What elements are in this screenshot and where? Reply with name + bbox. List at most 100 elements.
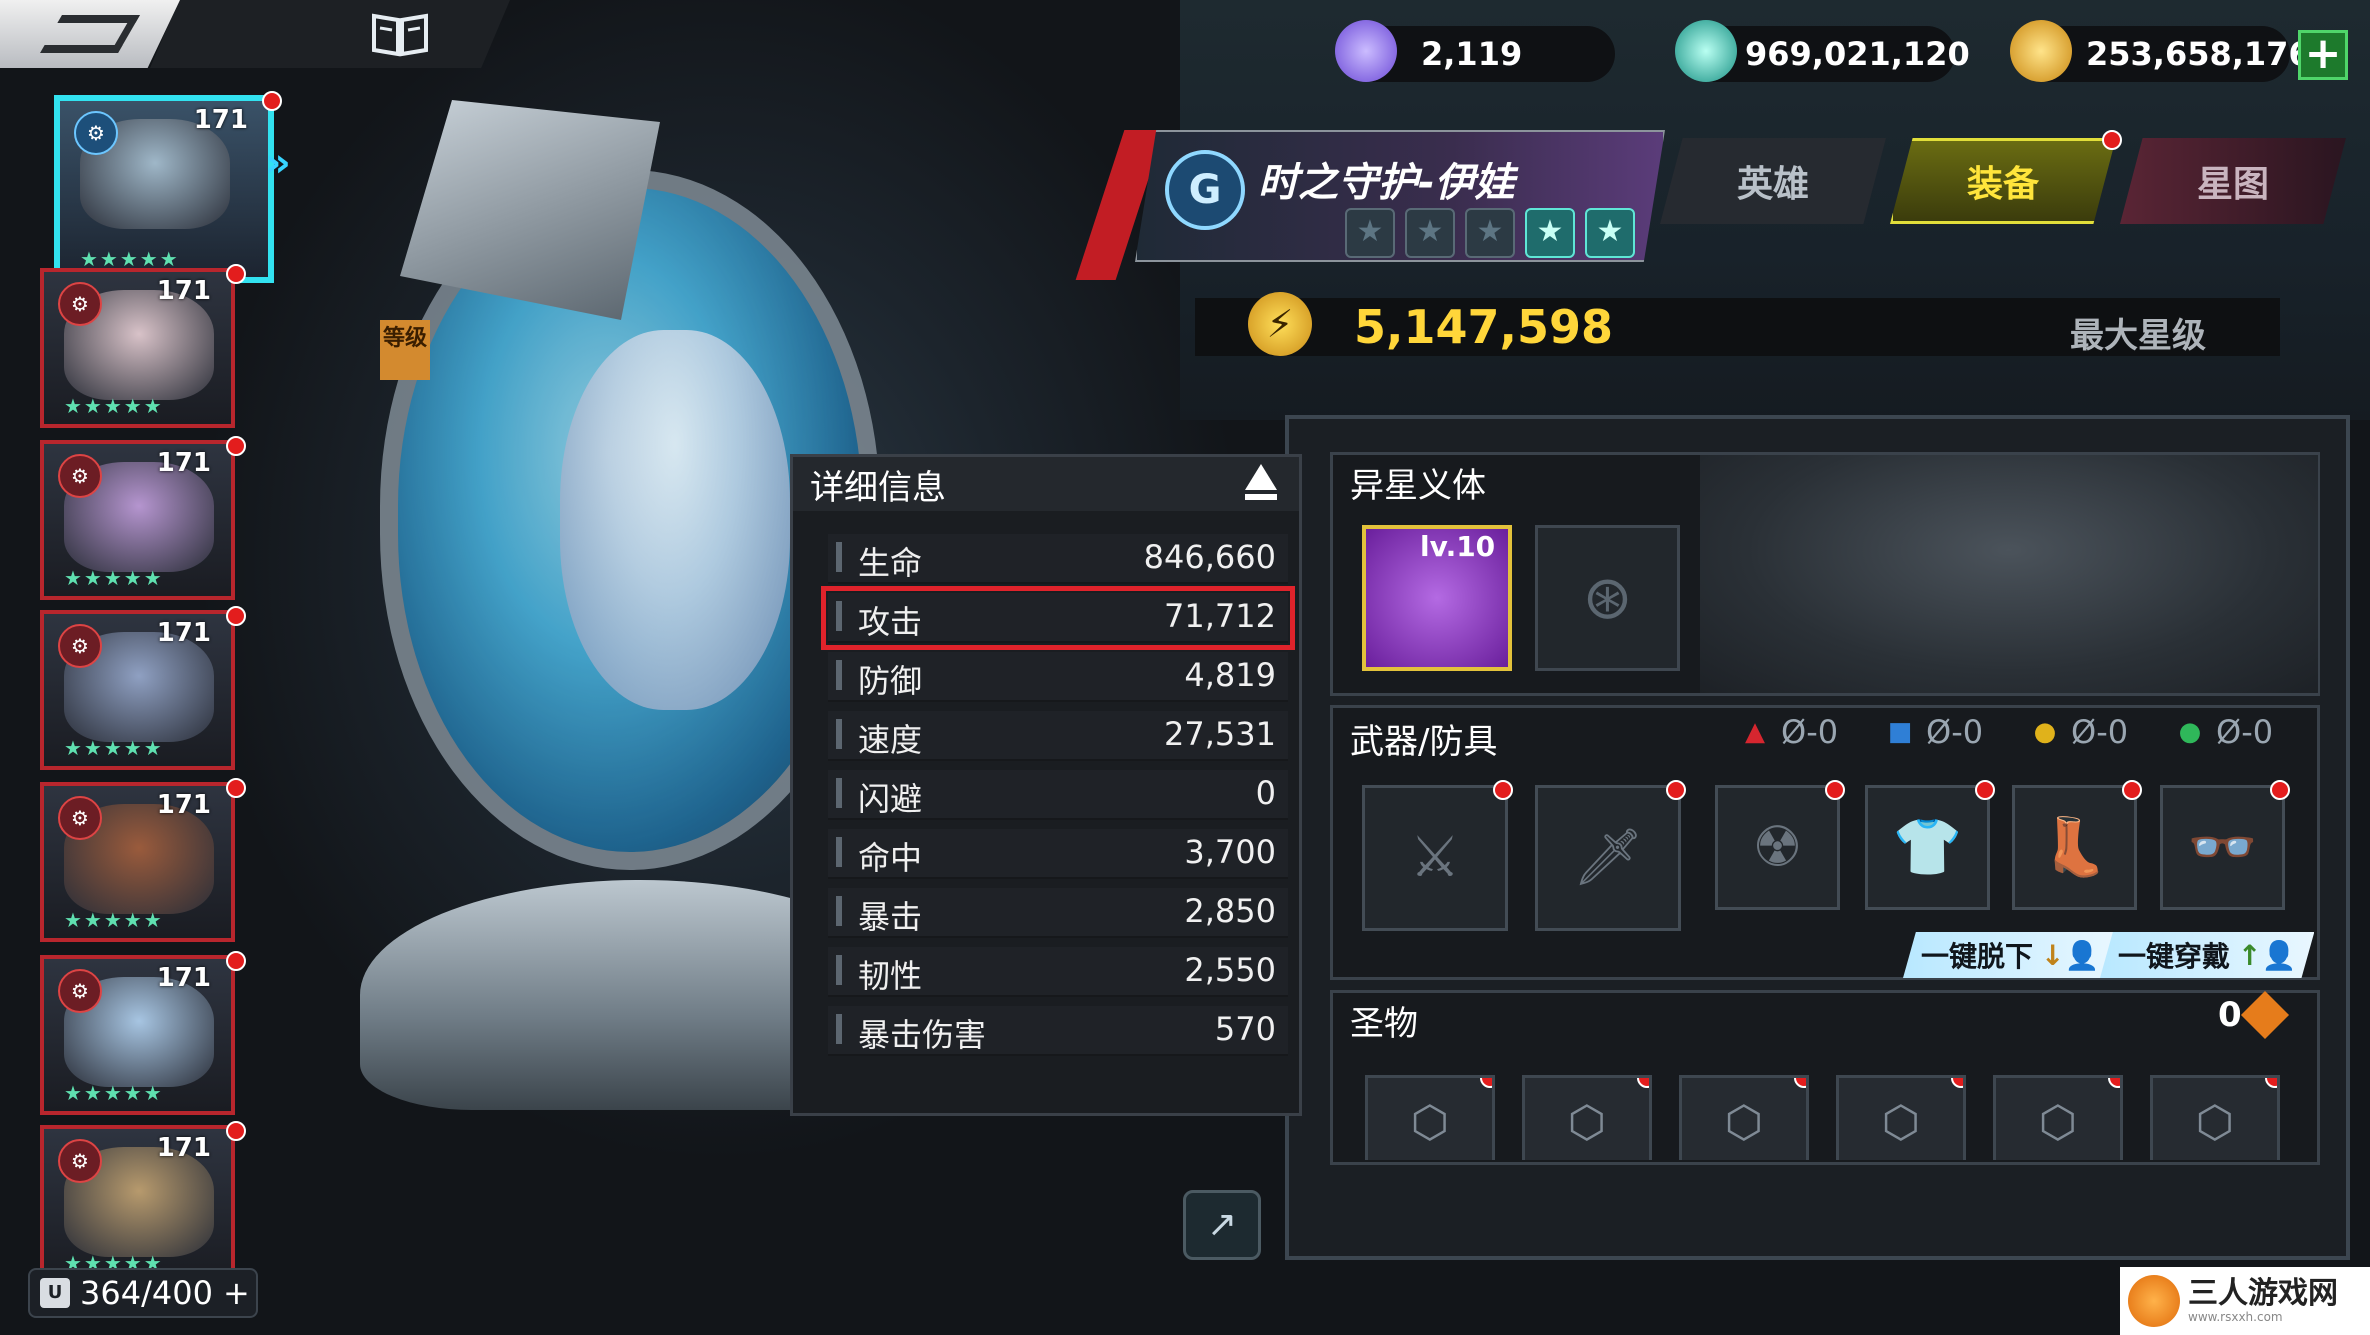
relic-slot[interactable]: ⬡ — [2150, 1075, 2280, 1160]
alien-body-item-level: lv.10 — [1420, 530, 1496, 563]
hero-stars: ★★★★★ — [64, 1081, 164, 1105]
currency-gem: 2,119 — [1335, 20, 1615, 82]
stat-value: 3,700 — [1184, 833, 1276, 871]
stat-label: 防御 — [858, 662, 923, 700]
roster-capacity[interactable]: U 364/400 + — [28, 1268, 258, 1318]
hero-card[interactable]: ⚙ 171 ★★★★★ — [40, 268, 235, 428]
watermark-url: www.rsxxh.com — [2188, 1310, 2283, 1324]
hero-star-icon: ★ — [1405, 208, 1455, 258]
roster-selected-arrow-icon: » — [265, 140, 291, 186]
tab-equipment-notification-dot — [2102, 130, 2122, 150]
relic-slot[interactable]: ⬡ — [1365, 1075, 1495, 1160]
green-circle-icon: ● — [2178, 717, 2202, 747]
relic-slot-icon: ⬡ — [1724, 1097, 1764, 1148]
shirt-icon: 👕 — [1892, 815, 1963, 880]
material-value: Ø-0 — [1926, 713, 1984, 751]
stat-label: 暴击伤害 — [858, 1016, 987, 1054]
collapse-line — [1245, 494, 1277, 500]
tab-hero[interactable]: 英雄 — [1660, 138, 1886, 224]
currency-credit: 969,021,120 — [1675, 20, 1970, 82]
stat-row: 生命 846,660 — [828, 534, 1288, 584]
add-gold-button[interactable]: + — [2298, 30, 2348, 80]
equipment-slot[interactable]: ☢ — [1715, 780, 1845, 910]
hero-card[interactable]: ⚙ 171 ★★★★★ — [40, 610, 235, 770]
relic-slot[interactable]: ⬡ — [1993, 1075, 2123, 1160]
hero-stars: ★★★★★ — [64, 736, 164, 760]
equipment-slot[interactable]: ⚔ — [1362, 780, 1513, 931]
hero-card[interactable]: ⚙ 171 ★★★★★ — [40, 782, 235, 942]
relic-slot-icon: ⬡ — [1567, 1097, 1607, 1148]
blue-square-icon: ■ — [1887, 717, 1913, 747]
boot-icon: 👢 — [2039, 815, 2110, 880]
material-counter: ■ Ø-0 — [1880, 712, 1983, 752]
hero-card[interactable]: ⚙ 171 ★★★★★ — [40, 955, 235, 1115]
credit-icon — [1675, 20, 1737, 82]
currency-value: 253,658,176 — [2086, 35, 2311, 73]
gold-coin-icon — [2010, 20, 2072, 82]
hero-class-icon: ⚙ — [58, 282, 102, 326]
hero-card[interactable]: ⚙ 171 ★★★★★ — [40, 440, 235, 600]
alien-body-empty-slot[interactable]: ⊛ — [1535, 525, 1680, 671]
share-button[interactable]: ↗ — [1183, 1190, 1261, 1260]
stat-value: 846,660 — [1143, 538, 1276, 576]
equipment-slot[interactable]: 👓 — [2160, 780, 2290, 910]
alien-body-background — [1700, 455, 2318, 693]
stat-row: 命中 3,700 — [828, 829, 1288, 879]
material-value: Ø-0 — [1781, 713, 1839, 751]
stat-value: 2,550 — [1184, 951, 1276, 989]
hero-star-icon: ★ — [1585, 208, 1635, 258]
book-icon[interactable] — [370, 8, 430, 58]
stat-row: 速度 27,531 — [828, 711, 1288, 761]
slot-notification-dot — [2270, 780, 2290, 800]
equipment-slot[interactable]: 👕 — [1865, 780, 1995, 910]
equipment-slot[interactable]: 🗡 — [1535, 780, 1686, 931]
hero-stars: ★★★★★ — [64, 566, 164, 590]
equipment-slot[interactable]: 👢 — [2012, 780, 2142, 910]
hero-notification-dot — [226, 606, 246, 626]
watermark: 三人游戏网 www.rsxxh.com — [2120, 1267, 2370, 1335]
hero-notification-dot — [226, 264, 246, 284]
material-counter: ▲ Ø-0 — [1735, 712, 1838, 752]
gas-mask-icon: ☢ — [1752, 815, 1803, 880]
hero-level: 171 — [156, 276, 211, 306]
stat-row: 暴击 2,850 — [828, 888, 1288, 938]
relic-slot[interactable]: ⬡ — [1522, 1075, 1652, 1160]
relic-notification-dot — [2108, 1078, 2120, 1088]
relic-notification-dot — [1480, 1078, 1492, 1088]
stat-label: 韧性 — [858, 957, 923, 995]
relic-slot[interactable]: ⬡ — [1836, 1075, 1966, 1160]
hero-level: 171 — [156, 1133, 211, 1163]
hero-name: 时之守护-伊娃 — [1258, 160, 1515, 206]
tab-star-map[interactable]: 星图 — [2120, 138, 2346, 224]
hero-stars: ★★★★★ — [64, 394, 164, 418]
slot-notification-dot — [1825, 780, 1845, 800]
watermark-logo-icon — [2128, 1275, 2180, 1327]
power-icon: ⚡ — [1248, 292, 1312, 356]
slot-notification-dot — [1493, 780, 1513, 800]
stat-row: 防御 4,819 — [828, 652, 1288, 702]
relic-slot-icon: ⬡ — [2195, 1097, 2235, 1148]
hero-level: 171 — [156, 448, 211, 478]
collapse-arrow-icon[interactable] — [1245, 464, 1277, 490]
tab-equipment[interactable]: 装备 — [1890, 138, 2116, 224]
unequip-all-button[interactable]: 一键脱下 ↓👤 — [1903, 932, 2118, 978]
hero-card[interactable]: ⚙ 171 ★★★★★ — [54, 95, 274, 283]
equip-all-button[interactable]: 一键穿戴 ↑👤 — [2100, 932, 2315, 978]
hero-notification-dot — [226, 436, 246, 456]
relic-count: 0 — [2218, 995, 2242, 1035]
slot-notification-dot — [1666, 780, 1686, 800]
stat-bar-marker — [836, 778, 842, 808]
hero-level: 171 — [156, 963, 211, 993]
crossed-swords-icon: ⚔ — [1409, 825, 1461, 890]
capacity-plus-icon[interactable]: + — [223, 1274, 250, 1312]
stat-bar-marker — [836, 837, 842, 867]
hero-class-icon: ⚙ — [58, 454, 102, 498]
alien-body-title: 异星义体 — [1350, 466, 1486, 506]
stat-value: 570 — [1214, 1010, 1276, 1048]
hero-notification-dot — [262, 91, 282, 111]
hero-class-icon: ⚙ — [58, 1139, 102, 1183]
relics-title: 圣物 — [1350, 1004, 1418, 1044]
hero-star-icon: ★ — [1465, 208, 1515, 258]
hero-card[interactable]: ⚙ 171 ★★★★★ — [40, 1125, 235, 1285]
relic-slot[interactable]: ⬡ — [1679, 1075, 1809, 1160]
